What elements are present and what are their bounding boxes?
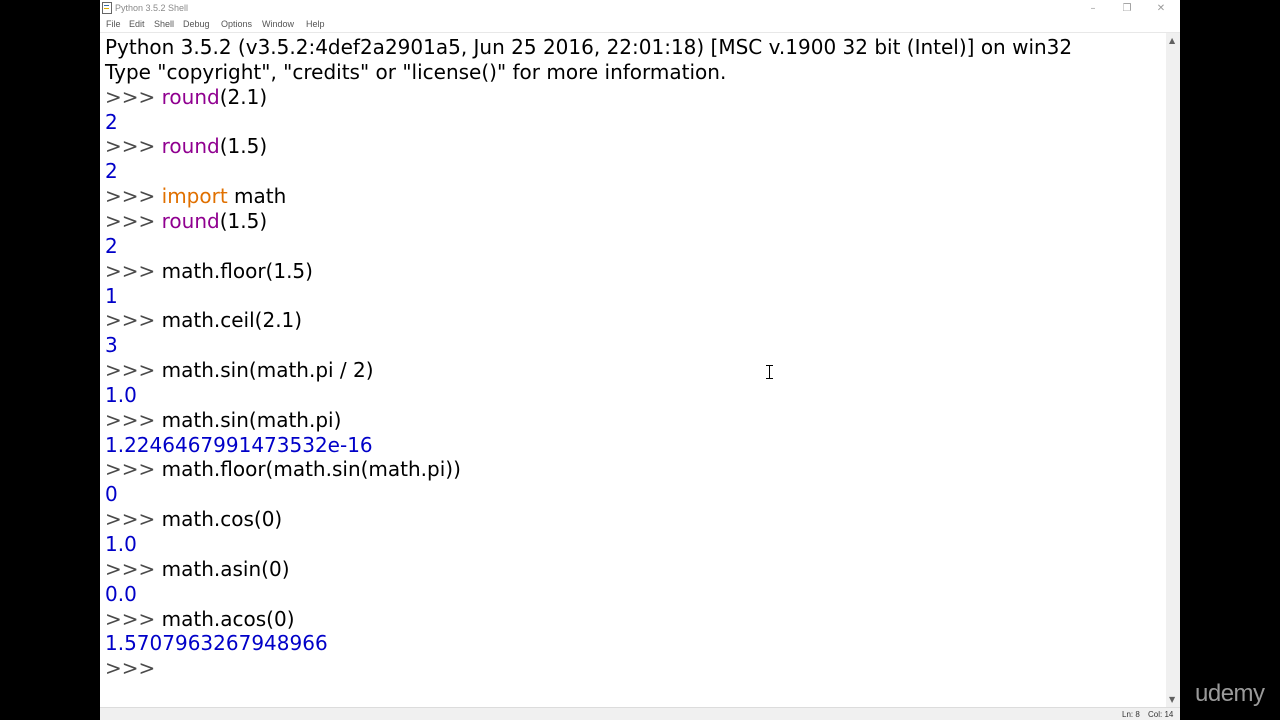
code-token: math.acos(0) bbox=[161, 606, 295, 631]
input-line: >>> math.cos(0) bbox=[105, 507, 282, 532]
output-line: 3 bbox=[105, 333, 118, 358]
menu-window[interactable]: Window bbox=[262, 19, 294, 29]
vertical-scrollbar[interactable]: ▲ ▼ bbox=[1166, 33, 1180, 707]
output-line: 1 bbox=[105, 283, 118, 308]
input-line: >>> math.ceil(2.1) bbox=[105, 308, 302, 333]
builtin-token: round bbox=[161, 134, 220, 159]
status-line: Ln: 8 bbox=[1122, 710, 1140, 719]
output-line: 1.0 bbox=[105, 382, 137, 407]
shell-prompt: >>> bbox=[105, 556, 162, 581]
status-bar: Ln: 8 Col: 14 bbox=[100, 707, 1180, 720]
code-token: math bbox=[227, 184, 287, 209]
code-token: math.cos(0) bbox=[161, 507, 283, 532]
output-line: 0 bbox=[105, 482, 118, 507]
shell-prompt: >>> bbox=[105, 134, 162, 159]
input-line: >>> math.sin(math.pi) bbox=[105, 408, 341, 433]
input-line: >>> round(1.5) bbox=[105, 209, 267, 234]
input-line: >>> round(2.1) bbox=[105, 85, 267, 110]
shell-prompt: >>> bbox=[105, 208, 162, 233]
minimize-button[interactable]: – bbox=[1076, 0, 1110, 17]
banner-line: Type "copyright", "credits" or "license(… bbox=[105, 60, 727, 84]
input-line: >>> import math bbox=[105, 184, 286, 209]
shell-prompt: >>> bbox=[105, 84, 162, 109]
code-token: math.floor(math.sin(math.pi)) bbox=[161, 457, 461, 482]
window-title: Python 3.5.2 Shell bbox=[115, 3, 189, 13]
input-line: >>> round(1.5) bbox=[105, 134, 267, 159]
shell-prompt: >>> bbox=[105, 258, 162, 283]
shell-prompt: >>> bbox=[105, 184, 162, 209]
i-beam-cursor-icon bbox=[766, 365, 773, 379]
output-line: 2 bbox=[105, 233, 118, 258]
menu-help[interactable]: Help bbox=[306, 19, 325, 29]
output-line: 2 bbox=[105, 159, 118, 184]
current-prompt-line: >>> bbox=[105, 656, 162, 681]
udemy-watermark: udemy bbox=[1195, 680, 1265, 707]
code-token: math.sin(math.pi) bbox=[161, 407, 342, 432]
output-line: 1.5707963267948966 bbox=[105, 631, 328, 656]
shell-prompt: >>> bbox=[105, 457, 162, 482]
keyword-token: import bbox=[161, 184, 228, 209]
code-token: (1.5) bbox=[219, 134, 268, 159]
idle-shell-window: Python 3.5.2 Shell – ❐ ✕ File Edit Shell… bbox=[100, 0, 1180, 720]
shell-prompt: >>> bbox=[105, 507, 162, 532]
shell-prompt: >>> bbox=[105, 358, 162, 383]
menu-file[interactable]: File bbox=[106, 19, 121, 29]
code-token: math.sin(math.pi / 2) bbox=[161, 358, 374, 383]
status-column: Col: 14 bbox=[1148, 710, 1174, 719]
input-line: >>> math.acos(0) bbox=[105, 607, 295, 632]
menu-debug[interactable]: Debug bbox=[183, 19, 210, 29]
scroll-up-arrow-icon[interactable]: ▲ bbox=[1169, 37, 1175, 45]
scroll-down-arrow-icon[interactable]: ▼ bbox=[1169, 696, 1175, 704]
builtin-token: round bbox=[161, 84, 220, 109]
close-button[interactable]: ✕ bbox=[1144, 0, 1178, 17]
shell-prompt: >>> bbox=[105, 407, 162, 432]
code-token: math.asin(0) bbox=[161, 556, 290, 581]
shell-prompt: >>> bbox=[105, 308, 162, 333]
output-line: 2 bbox=[105, 109, 118, 134]
code-token: math.floor(1.5) bbox=[161, 258, 313, 283]
banner-line: Python 3.5.2 (v3.5.2:4def2a2901a5, Jun 2… bbox=[105, 35, 1073, 59]
code-token: (1.5) bbox=[219, 208, 268, 233]
shell-prompt: >>> bbox=[105, 606, 162, 631]
output-line: 1.0 bbox=[105, 532, 137, 556]
python-idle-icon bbox=[102, 2, 112, 14]
menu-edit[interactable]: Edit bbox=[129, 19, 145, 29]
code-token: math.ceil(2.1) bbox=[161, 308, 303, 333]
menu-options[interactable]: Options bbox=[221, 19, 252, 29]
input-line: >>> math.asin(0) bbox=[105, 557, 290, 582]
input-line: >>> math.sin(math.pi / 2) bbox=[105, 358, 374, 383]
output-line: 1.2246467991473532e-16 bbox=[105, 432, 373, 457]
menu-bar: File Edit Shell Debug Options Window Hel… bbox=[100, 17, 1180, 33]
restore-button[interactable]: ❐ bbox=[1110, 0, 1144, 17]
title-bar: Python 3.5.2 Shell – ❐ ✕ bbox=[100, 0, 1180, 17]
builtin-token: round bbox=[161, 208, 220, 233]
input-line: >>> math.floor(1.5) bbox=[105, 259, 313, 284]
code-token: (2.1) bbox=[219, 84, 268, 109]
output-line: 0.0 bbox=[105, 581, 137, 606]
menu-shell[interactable]: Shell bbox=[154, 19, 174, 29]
input-line: >>> math.floor(math.sin(math.pi)) bbox=[105, 457, 461, 482]
shell-text-area[interactable]: Python 3.5.2 (v3.5.2:4def2a2901a5, Jun 2… bbox=[100, 33, 1166, 707]
